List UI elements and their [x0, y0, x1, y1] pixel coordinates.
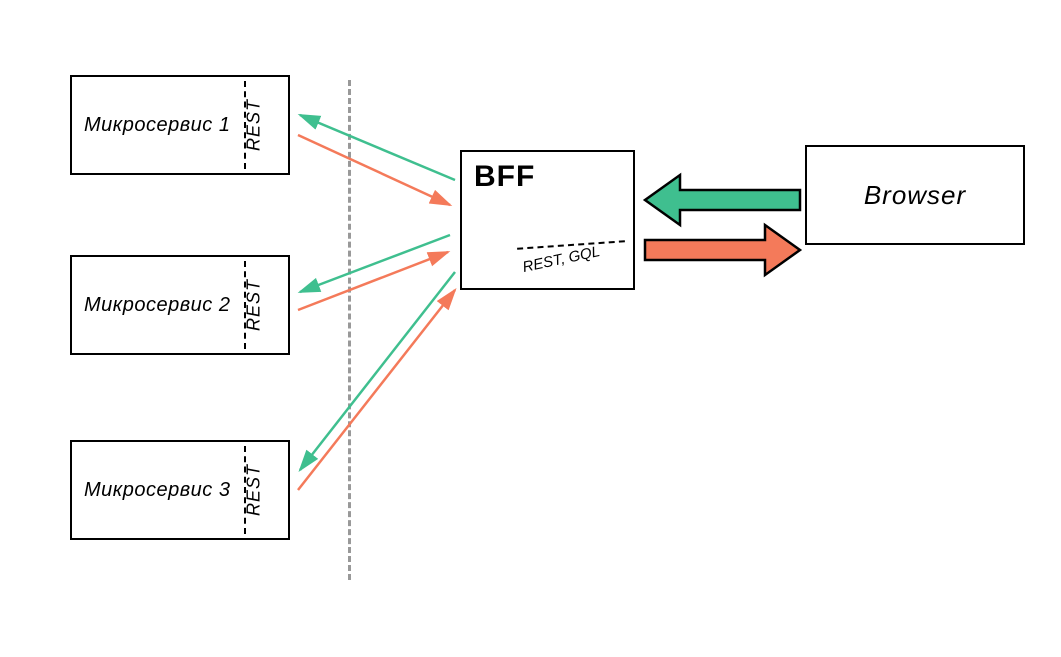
- microservice-2-api: REST: [243, 279, 264, 331]
- microservice-2-box: Микросервис 2 REST: [70, 255, 290, 355]
- microservice-3-api: REST: [243, 464, 264, 516]
- thick-arrow-browser-to-bff: [645, 175, 800, 225]
- browser-label: Browser: [864, 180, 966, 211]
- bff-box: BFF REST, GQL: [460, 150, 635, 290]
- arrow-bff-to-ms1: [300, 115, 455, 180]
- arrow-bff-to-ms2: [300, 235, 450, 292]
- arrow-ms3-to-bff: [298, 290, 455, 490]
- boundary-divider: [348, 80, 351, 580]
- arrow-ms2-to-bff: [298, 252, 448, 310]
- microservice-1-label: Микросервис 1: [72, 114, 230, 137]
- microservice-3-box: Микросервис 3 REST: [70, 440, 290, 540]
- browser-box: Browser: [805, 145, 1025, 245]
- microservice-1-box: Микросервис 1 REST: [70, 75, 290, 175]
- arrow-ms1-to-bff: [298, 135, 450, 205]
- thick-arrow-bff-to-browser: [645, 225, 800, 275]
- microservice-3-label: Микросервис 3: [72, 479, 230, 502]
- bff-title: BFF: [462, 152, 547, 202]
- microservice-2-label: Микросервис 2: [72, 294, 230, 317]
- microservice-1-api: REST: [243, 99, 264, 151]
- arrow-bff-to-ms3: [300, 272, 455, 470]
